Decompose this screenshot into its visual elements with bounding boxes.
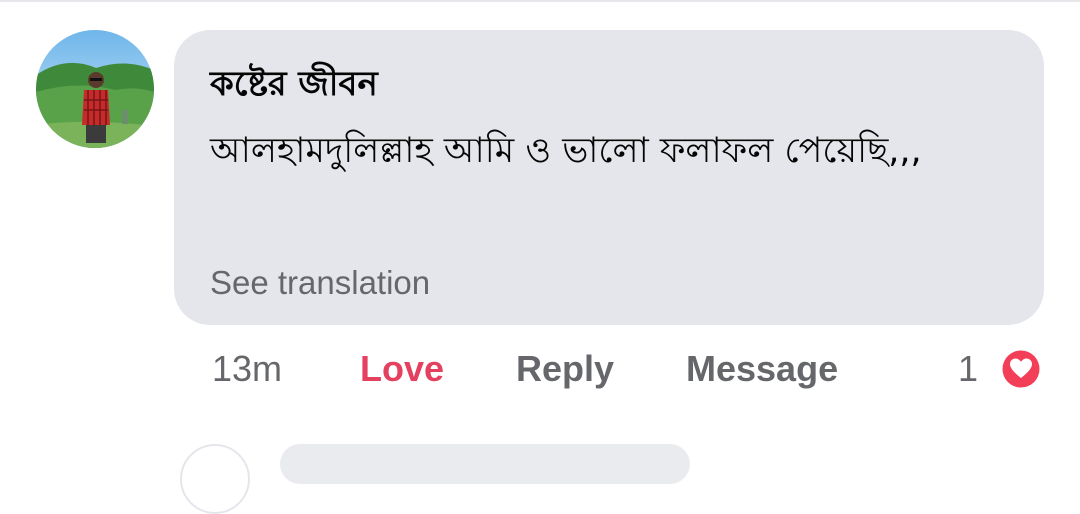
avatar[interactable]: [36, 30, 154, 148]
love-button[interactable]: Love: [360, 348, 444, 390]
reply-button[interactable]: Reply: [516, 348, 614, 390]
avatar-photo: [36, 30, 154, 148]
reaction-count[interactable]: 1: [958, 348, 978, 390]
message-button[interactable]: Message: [686, 348, 838, 390]
next-comment-bubble: [280, 444, 690, 484]
comment-author[interactable]: কষ্টের জীবন: [210, 58, 378, 115]
next-comment-avatar: [180, 444, 250, 514]
see-translation-link[interactable]: See translation: [210, 264, 430, 302]
heart-icon[interactable]: [998, 346, 1044, 392]
comment-timestamp: 13m: [212, 348, 283, 389]
comment-text: আলহামদুলিল্লাহ আমি ও ভালো ফলাফল পেয়েছি,…: [210, 131, 922, 171]
comment-bubble[interactable]: কষ্টের জীবন আলহামদুলিল্লাহ আমি ও ভালো ফল…: [174, 30, 1044, 325]
top-divider: [0, 0, 1080, 2]
